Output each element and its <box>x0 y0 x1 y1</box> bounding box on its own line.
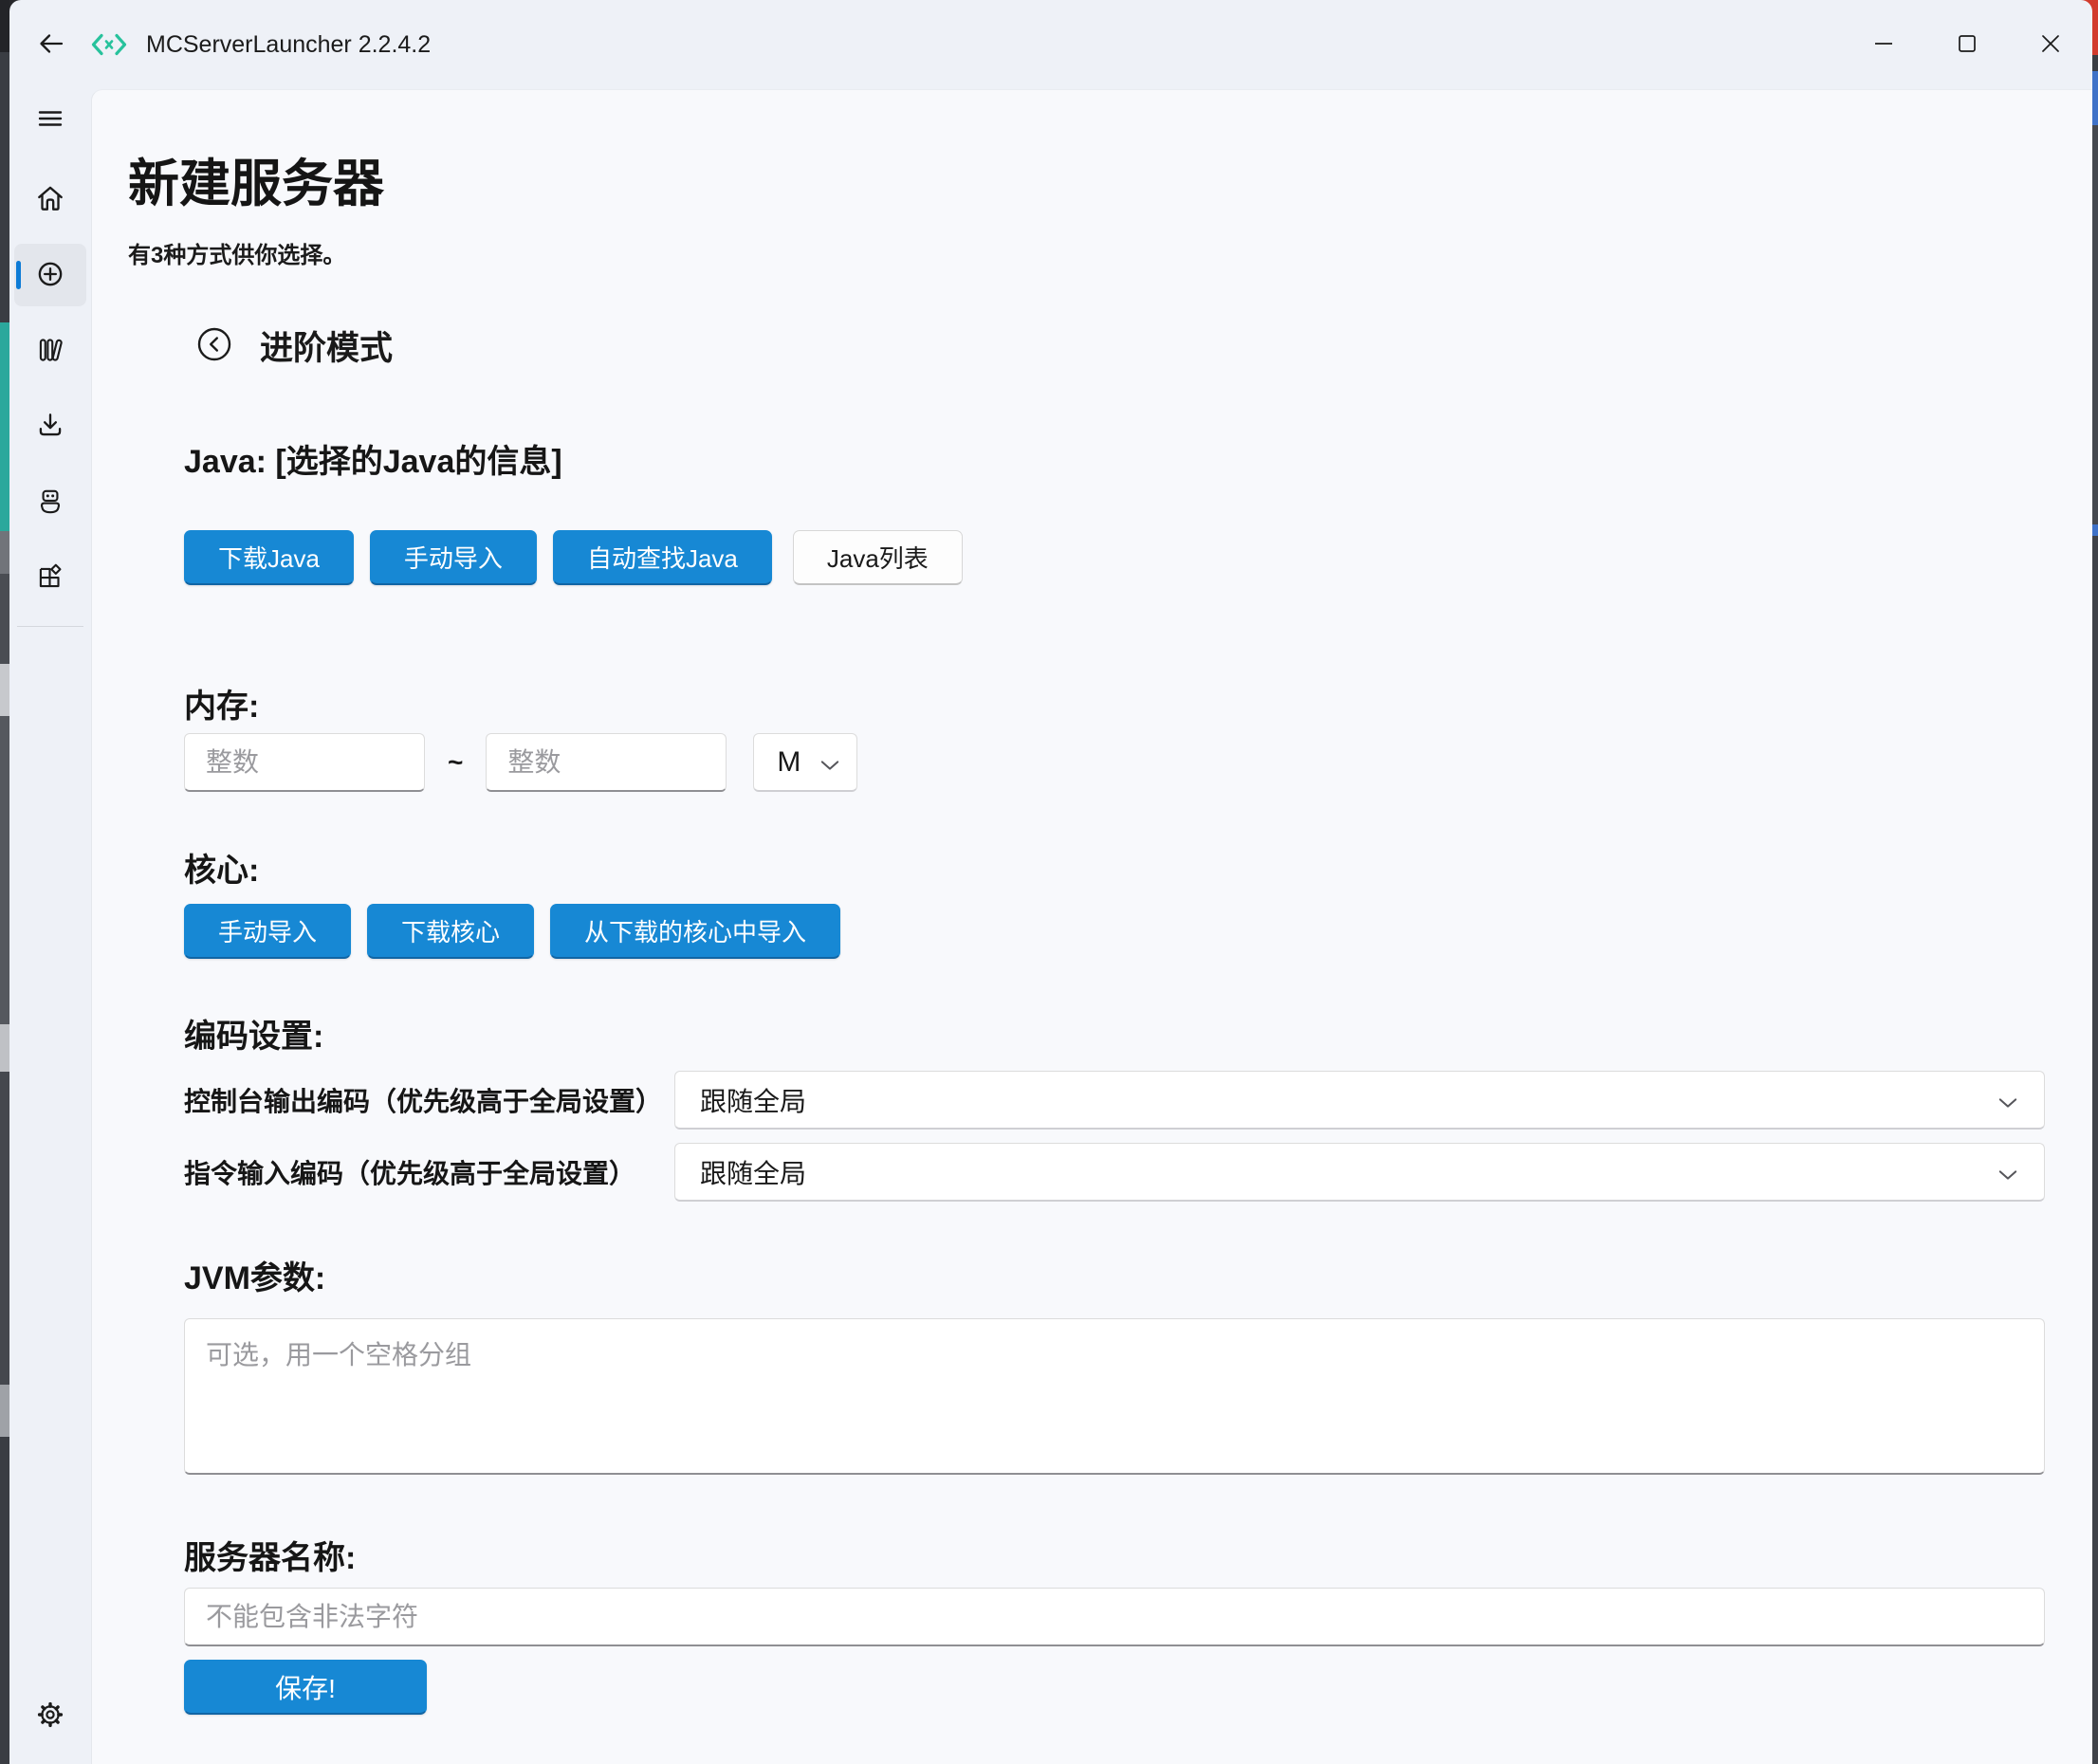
memory-max-input[interactable] <box>486 733 727 792</box>
core-section-label: 核心: <box>184 844 2045 888</box>
maximize-icon <box>1953 29 1981 61</box>
minimize-button[interactable] <box>1842 0 1925 89</box>
console-output-encoding-select[interactable]: 跟随全局 <box>674 1071 2045 1130</box>
close-button[interactable] <box>2009 0 2092 89</box>
chevron-down-icon <box>1998 1157 2017 1187</box>
memory-unit-select[interactable]: M <box>753 733 857 792</box>
memory-min-input[interactable] <box>184 733 425 792</box>
app-window: MCServerLauncher 2.2.4.2 <box>9 0 2092 1764</box>
maximize-button[interactable] <box>1925 0 2009 89</box>
robot-icon <box>34 486 66 521</box>
sidebar-item-extensions[interactable] <box>14 547 86 610</box>
download-icon <box>34 410 66 445</box>
memory-section-label: 内存: <box>184 680 2045 724</box>
java-list-button[interactable]: Java列表 <box>793 530 963 585</box>
main-content: 新建服务器 有3种方式供你选择。 进阶模式 Java: [选择的Java的信息]… <box>91 89 2092 1764</box>
page-subtitle: 有3种方式供你选择。 <box>128 236 2045 266</box>
server-name-section-label: 服务器名称: <box>184 1532 2045 1575</box>
window-controls <box>1842 0 2092 89</box>
mode-title: 进阶模式 <box>260 322 393 370</box>
jvm-section-label: JVM参数: <box>184 1252 2045 1295</box>
server-name-input[interactable] <box>184 1588 2045 1646</box>
sidebar-item-bot[interactable] <box>14 471 86 534</box>
home-icon <box>34 182 66 217</box>
manual-import-core-button[interactable]: 手动导入 <box>184 904 351 959</box>
command-input-encoding-select[interactable]: 跟随全局 <box>674 1143 2045 1202</box>
add-circle-icon <box>34 258 66 293</box>
menu-toggle-button[interactable] <box>14 95 86 144</box>
mode-back-button[interactable] <box>195 325 233 366</box>
encoding-section-label: 编码设置: <box>184 1010 2045 1054</box>
save-button[interactable]: 保存! <box>184 1660 427 1715</box>
back-button[interactable] <box>28 22 74 67</box>
window-title: MCServerLauncher 2.2.4.2 <box>146 31 431 59</box>
extensions-icon <box>34 561 66 597</box>
library-icon <box>34 334 66 369</box>
java-section-label: Java: [选择的Java的信息] <box>184 435 2045 479</box>
sidebar-item-library[interactable] <box>14 320 86 382</box>
chevron-down-icon <box>1998 1085 2017 1115</box>
gear-icon <box>33 1698 67 1735</box>
desktop-background-left <box>0 0 9 1764</box>
app-logo-icon <box>89 28 129 61</box>
download-java-button[interactable]: 下载Java <box>184 530 354 585</box>
command-input-encoding-value: 跟随全局 <box>700 1153 806 1191</box>
sidebar-item-home[interactable] <box>14 168 86 230</box>
download-core-button[interactable]: 下载核心 <box>367 904 534 959</box>
minimize-icon <box>1869 29 1898 61</box>
console-output-encoding-label: 控制台输出编码（优先级高于全局设置） <box>184 1081 674 1119</box>
jvm-args-textarea[interactable] <box>184 1318 2045 1475</box>
titlebar: MCServerLauncher 2.2.4.2 <box>9 0 2092 89</box>
auto-find-java-button[interactable]: 自动查找Java <box>553 530 772 585</box>
sidebar <box>9 89 91 1764</box>
page-title: 新建服务器 <box>128 153 2045 215</box>
sidebar-item-settings[interactable] <box>14 1684 86 1747</box>
command-input-encoding-label: 指令输入编码（优先级高于全局设置） <box>184 1153 674 1191</box>
import-from-downloaded-core-button[interactable]: 从下载的核心中导入 <box>550 904 840 959</box>
memory-range-separator: ~ <box>448 747 463 778</box>
manual-import-java-button[interactable]: 手动导入 <box>370 530 537 585</box>
desktop-background-right <box>2092 0 2098 1764</box>
sidebar-divider <box>17 626 83 627</box>
sidebar-item-downloads[interactable] <box>14 395 86 458</box>
circle-chevron-left-icon <box>195 325 233 366</box>
close-icon <box>2036 29 2065 61</box>
sidebar-item-new-server[interactable] <box>14 244 86 306</box>
chevron-down-icon <box>820 746 839 779</box>
console-output-encoding-value: 跟随全局 <box>700 1081 806 1119</box>
selection-indicator <box>16 261 21 289</box>
mode-header: 进阶模式 <box>195 321 2045 370</box>
back-arrow-icon <box>35 28 67 62</box>
hamburger-icon <box>35 103 65 137</box>
memory-unit-value: M <box>777 746 801 779</box>
